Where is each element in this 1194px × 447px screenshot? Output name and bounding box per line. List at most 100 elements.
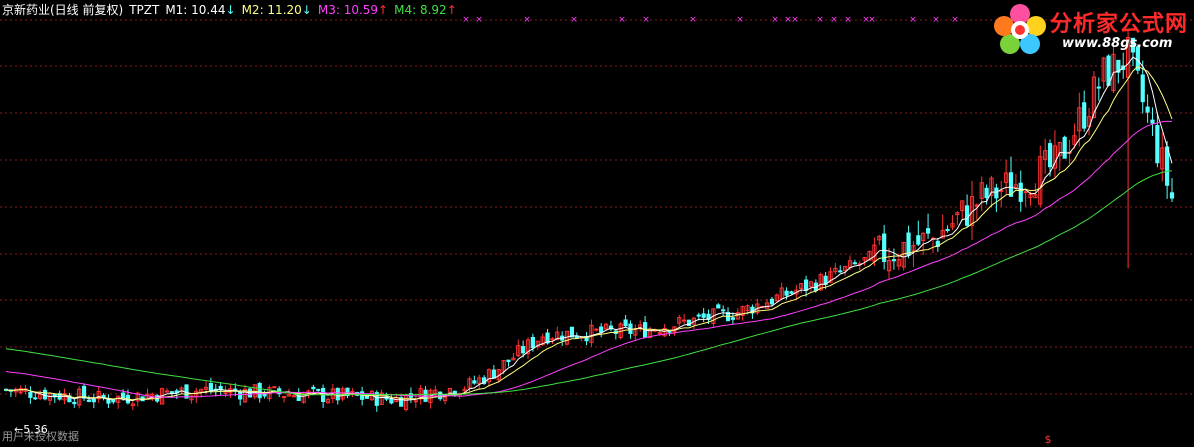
candle-body — [208, 383, 214, 392]
dollar-marker: $ — [1045, 433, 1052, 446]
candle-body — [701, 313, 706, 318]
candle-body — [1140, 74, 1145, 103]
candle-body — [1150, 119, 1155, 124]
candle-body — [72, 401, 77, 405]
candle-body — [316, 388, 321, 391]
candle-body — [716, 304, 721, 309]
candles — [3, 29, 1175, 412]
candle-body — [257, 382, 262, 399]
signal-marker: × — [475, 15, 483, 25]
m1-legend: M1: 10.44↓ — [165, 3, 236, 17]
watermark-url: www.88gs.com — [1062, 36, 1173, 51]
candle-body — [574, 335, 579, 339]
candle-body — [1165, 146, 1170, 186]
candle-body — [891, 259, 897, 262]
candle-body — [184, 384, 189, 399]
candle-body — [916, 235, 921, 245]
flower-logo-icon — [994, 4, 1046, 54]
candle-body — [413, 400, 418, 403]
candle-body — [599, 326, 604, 333]
chart-annotations: $ — [1045, 433, 1052, 446]
signal-marker: × — [523, 15, 531, 25]
candle-body — [91, 398, 96, 403]
moving-averages — [5, 56, 1173, 402]
candle-body — [389, 398, 394, 404]
candle-body — [964, 205, 970, 226]
signal-marker: × — [570, 15, 578, 25]
signal-marker: × — [932, 15, 940, 25]
candle-body — [311, 386, 316, 390]
candle-body — [472, 380, 477, 384]
candle-body — [994, 187, 999, 199]
signal-marker: × — [816, 15, 824, 25]
m2-legend: M2: 11.20↓ — [241, 3, 312, 17]
ma-line-m1 — [5, 56, 1173, 402]
candle-body — [42, 389, 48, 400]
candle-body — [1155, 125, 1160, 164]
ma-line-m2 — [5, 65, 1173, 401]
candle-body — [974, 204, 979, 207]
candle-body — [784, 290, 789, 296]
candle-body — [1145, 106, 1150, 113]
signal-marker: × — [642, 15, 650, 25]
signal-marker: × — [689, 15, 697, 25]
signal-marker: × — [462, 15, 470, 25]
signal-marker: × — [830, 15, 838, 25]
m3-legend: M3: 10.59↑ — [317, 3, 389, 17]
candle-body — [838, 270, 843, 273]
watermark-title: 分析家公式网 — [1050, 12, 1189, 37]
candle-body — [521, 346, 526, 354]
candle-body — [272, 386, 277, 389]
candle-body — [238, 391, 243, 400]
candle-body — [120, 392, 126, 399]
ma-line-m3 — [5, 120, 1173, 398]
candle-body — [491, 369, 496, 379]
candle-body — [1096, 86, 1101, 89]
candle-body — [789, 291, 794, 294]
candle-body — [1018, 182, 1023, 202]
candle-body — [86, 399, 92, 402]
signal-marker: × — [736, 15, 744, 25]
candle-body — [1062, 136, 1067, 159]
candle-body — [657, 332, 662, 335]
candle-body — [594, 328, 599, 331]
candle-body — [1047, 143, 1053, 168]
signal-marker: × — [868, 15, 876, 25]
signal-marker: × — [791, 15, 799, 25]
stock-title: 京新药业(日线 前复权) — [2, 3, 124, 17]
signal-marker: × — [909, 15, 917, 25]
candle-body — [335, 387, 340, 401]
candle-body — [550, 338, 555, 341]
candle-body — [852, 262, 857, 265]
candle-body — [33, 397, 38, 400]
chart-header: 京新药业(日线 前复权) TPZT M1: 10.44↓ M2: 11.20↓ M3: … — [2, 1, 463, 18]
m4-legend: M4: 8.92↑ — [394, 3, 457, 17]
candle-body — [945, 229, 950, 232]
candlestick-chart: × × × × × × × × × × × × × × ×× × × × $ — [0, 15, 1194, 446]
low-price-label: ←5.36 — [14, 423, 48, 436]
signal-marker: × — [844, 15, 852, 25]
candle-body — [769, 298, 775, 305]
signal-marker: × — [771, 15, 779, 25]
candle-body — [804, 279, 809, 291]
signal-marker: × — [951, 15, 959, 25]
signal-marker: × — [618, 15, 626, 25]
candle-body — [169, 391, 174, 394]
candle-body — [1023, 191, 1028, 194]
candle-body — [623, 319, 628, 327]
indicator-name: TPZT — [129, 3, 160, 17]
candle-body — [438, 391, 443, 400]
candle-body — [696, 314, 701, 317]
candle-body — [721, 309, 726, 312]
candle-body — [262, 393, 267, 397]
candle-body — [925, 228, 931, 234]
candle-body — [506, 359, 511, 363]
candle-body — [667, 330, 672, 333]
candle-body — [906, 232, 911, 256]
candle-body — [111, 398, 116, 403]
candle-body — [1169, 192, 1175, 199]
price-grid — [0, 19, 1194, 395]
candle-body — [1082, 102, 1087, 129]
candle-body — [682, 319, 687, 322]
candle-body — [984, 187, 989, 199]
